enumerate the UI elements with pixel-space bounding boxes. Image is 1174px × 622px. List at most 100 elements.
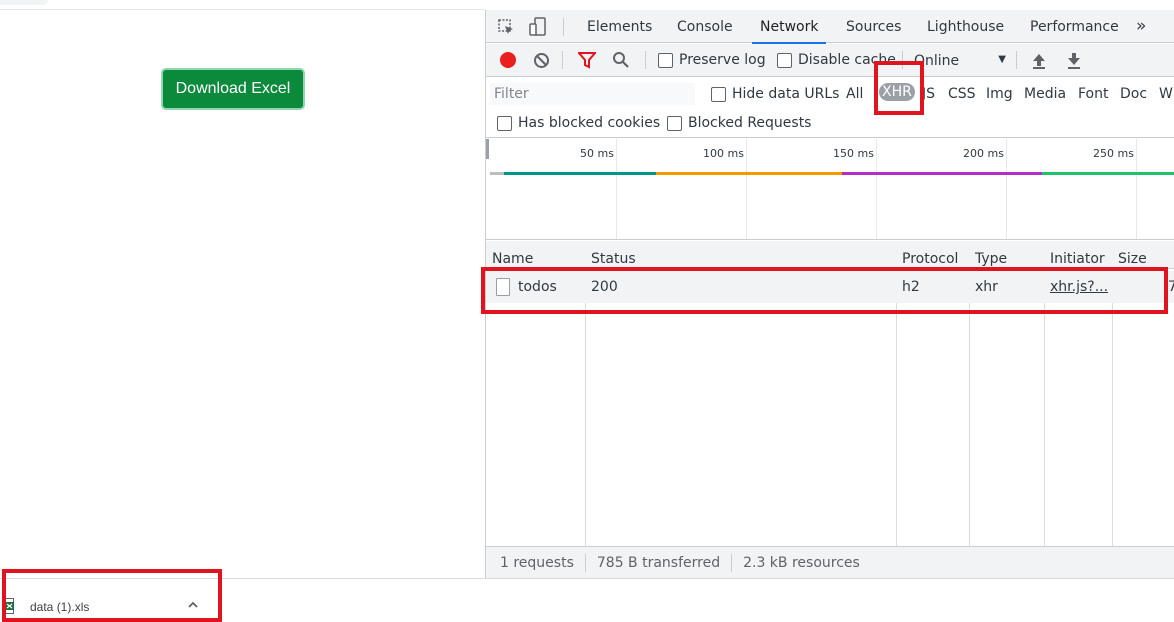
- request-count: 1 requests: [500, 554, 574, 571]
- type-filter-all[interactable]: All: [846, 86, 863, 102]
- toolbar-divider: [645, 51, 646, 69]
- overview-tick-label: 200 ms: [963, 147, 1004, 160]
- hide-data-urls-checkbox[interactable]: Hide data URLs: [711, 86, 839, 102]
- more-tabs-icon[interactable]: »: [1136, 16, 1146, 36]
- overview-gridline: [876, 139, 877, 239]
- network-request-table: Name Status Protocol Type Initiator Size…: [486, 241, 1174, 546]
- inspect-element-icon[interactable]: [496, 17, 516, 37]
- type-filter-img[interactable]: Img: [986, 86, 1013, 102]
- toolbar-divider: [562, 51, 563, 69]
- column-header-initiator[interactable]: Initiator: [1044, 241, 1105, 269]
- cell-name: todos: [490, 271, 585, 303]
- cell-protocol: h2: [902, 279, 920, 295]
- disable-cache-label: Disable cache: [798, 52, 896, 68]
- disable-cache-checkbox[interactable]: Disable cache: [777, 52, 896, 68]
- overview-tick-label: 150 ms: [833, 147, 874, 160]
- blocked-requests-checkbox[interactable]: Blocked Requests: [667, 115, 811, 131]
- checkbox-box[interactable]: [497, 115, 512, 131]
- devtools-tabbar: Elements Console Network Sources Lightho…: [486, 10, 1174, 44]
- overview-gridline: [1136, 139, 1137, 239]
- tab-performance[interactable]: Performance: [1030, 10, 1119, 43]
- tab-lighthouse[interactable]: Lighthouse: [927, 10, 1004, 43]
- type-filter-js[interactable]: JS: [922, 86, 935, 102]
- overview-gridline: [616, 139, 617, 239]
- column-header-status[interactable]: Status: [585, 241, 636, 269]
- import-har-icon[interactable]: [1031, 52, 1047, 73]
- checkbox-box[interactable]: [711, 86, 726, 102]
- cell-initiator-link[interactable]: xhr.js?...: [1044, 271, 1112, 303]
- resources-size: 2.3 kB resources: [743, 554, 860, 571]
- table-header: Name Status Protocol Type Initiator Size: [486, 241, 1174, 269]
- toolbar-divider: [1016, 51, 1017, 69]
- tab-network[interactable]: Network: [751, 10, 828, 44]
- network-status-bar: 1 requests 785 B transferred 2.3 kB reso…: [486, 546, 1174, 578]
- checkbox-box[interactable]: [777, 52, 792, 68]
- column-header-protocol[interactable]: Protocol: [896, 241, 958, 269]
- chevron-up-icon[interactable]: [186, 598, 200, 616]
- has-blocked-cookies-checkbox[interactable]: Has blocked cookies: [497, 115, 660, 131]
- cell-status: 200: [591, 279, 618, 295]
- status-divider: [584, 553, 586, 572]
- timing-segment-connect: [504, 172, 656, 175]
- filter-icon[interactable]: [576, 52, 598, 73]
- record-icon[interactable]: [500, 52, 516, 68]
- file-icon: [496, 278, 510, 296]
- type-filter-media[interactable]: Media: [1024, 86, 1066, 102]
- type-filter-ws[interactable]: W: [1159, 86, 1173, 102]
- network-toolbar: Preserve log Disable cache Online ▼: [486, 44, 1174, 77]
- throttling-select[interactable]: Online ▼: [914, 50, 1006, 72]
- overview-tick-label: 50 ms: [580, 147, 614, 160]
- network-filter-bar: Filter Hide data URLs All XHR JS CSS Img…: [486, 78, 1174, 138]
- tab-console[interactable]: Console: [677, 10, 733, 43]
- timing-segment-ssl: [656, 172, 842, 175]
- device-toolbar-icon[interactable]: [528, 17, 548, 37]
- overview-gridline: [746, 139, 747, 239]
- tab-elements[interactable]: Elements: [587, 10, 652, 43]
- checkbox-box[interactable]: [667, 115, 682, 131]
- page-top-tab: [0, 0, 48, 5]
- checkbox-box[interactable]: [658, 52, 673, 68]
- type-filter-font[interactable]: Font: [1078, 86, 1108, 102]
- web-page: Download Excel: [0, 0, 485, 578]
- hide-data-urls-label: Hide data URLs: [732, 86, 840, 102]
- page-top-strip: [0, 0, 485, 10]
- overview-marker: [486, 139, 489, 159]
- network-overview[interactable]: 50 ms 100 ms 150 ms 200 ms 250 ms: [486, 139, 1174, 240]
- filter-input[interactable]: Filter: [490, 83, 695, 105]
- blocked-requests-label: Blocked Requests: [688, 115, 812, 131]
- chevron-down-icon: ▼: [998, 54, 1006, 65]
- column-header-size[interactable]: Size: [1112, 241, 1147, 269]
- status-divider: [731, 553, 733, 572]
- request-name[interactable]: todos: [518, 279, 557, 295]
- throttling-value: Online: [914, 53, 960, 69]
- download-shelf: data (1).xls: [0, 578, 1174, 622]
- cell-type: xhr: [975, 279, 998, 295]
- timing-segment-download: [1042, 172, 1174, 175]
- clear-icon[interactable]: [533, 52, 550, 73]
- column-header-name[interactable]: Name: [486, 241, 533, 269]
- preserve-log-label: Preserve log: [679, 52, 766, 68]
- excel-file-icon: [2, 598, 16, 614]
- column-header-type[interactable]: Type: [969, 241, 1007, 269]
- type-filter-css[interactable]: CSS: [948, 86, 976, 102]
- type-filter-doc[interactable]: Doc: [1120, 86, 1147, 102]
- devtools-panel: Elements Console Network Sources Lightho…: [485, 10, 1174, 578]
- has-blocked-cookies-label: Has blocked cookies: [518, 115, 661, 131]
- tab-sources[interactable]: Sources: [846, 10, 901, 43]
- search-icon[interactable]: [612, 51, 630, 73]
- overview-tick-label: 250 ms: [1093, 147, 1134, 160]
- preserve-log-checkbox[interactable]: Preserve log: [658, 52, 766, 68]
- overview-tick-label: 100 ms: [703, 147, 744, 160]
- downloaded-file-name[interactable]: data (1).xls: [30, 600, 89, 614]
- timing-segment-queued: [490, 172, 504, 175]
- transferred-size: 785 B transferred: [596, 554, 721, 571]
- table-row[interactable]: todos 200 h2 xhr xhr.js?... 7: [486, 271, 1174, 303]
- toolbar-divider: [563, 18, 564, 36]
- download-excel-button[interactable]: Download Excel: [161, 68, 305, 110]
- type-filter-xhr[interactable]: XHR: [879, 83, 915, 101]
- export-har-icon[interactable]: [1066, 52, 1082, 73]
- timing-segment-waiting: [842, 172, 1042, 175]
- cell-size: 7: [1168, 279, 1174, 295]
- overview-gridline: [1006, 139, 1007, 239]
- toolbar-divider: [902, 51, 903, 69]
